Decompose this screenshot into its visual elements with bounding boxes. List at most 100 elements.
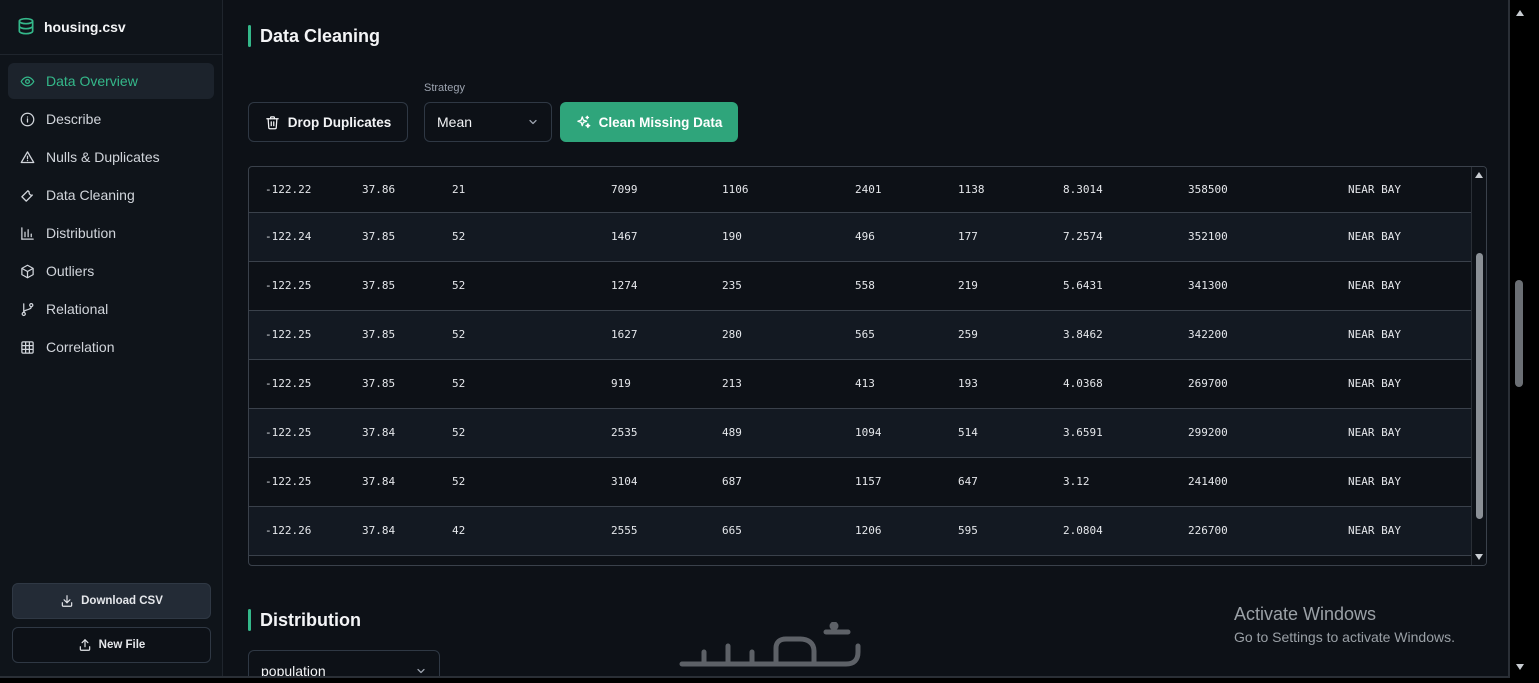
activate-windows-title: Activate Windows: [1234, 604, 1377, 624]
bar-chart-icon: [21, 226, 34, 240]
page-scroll-up-icon[interactable]: [1516, 10, 1524, 16]
sidebar-item-label: Data Overview: [46, 73, 138, 89]
table-cell: NEAR BAY: [1332, 408, 1471, 458]
page-scroll-down-icon[interactable]: [1516, 664, 1524, 670]
table-cell: 1274: [595, 261, 706, 311]
table-row: -122.25 37.84 52 3104 687 1157 647 3.12 241400 NE…: [249, 457, 1471, 507]
table-cell: 1627: [595, 310, 706, 360]
sidebar-nav: Data Overview Describe Nulls & Duplicate…: [0, 55, 222, 375]
table-cell: 193: [942, 359, 1047, 409]
brand: housing.csv: [0, 0, 222, 55]
strategy-value: Mean: [437, 114, 473, 130]
table-row: -122.25 37.85 52 1627 280 565 259 3.8462 342200 N…: [249, 310, 1471, 360]
sidebar-item-outliers[interactable]: Outliers: [8, 253, 214, 289]
table-scrollbar[interactable]: [1471, 167, 1486, 565]
table-cell: 190: [706, 212, 839, 262]
app-window: housing.csv Data Overview Describe Nulls…: [0, 0, 1510, 678]
table-cell: 8.3014: [1047, 167, 1172, 213]
sidebar-item-correlation[interactable]: Correlation: [8, 329, 214, 365]
table-row: -122.25 37.84 52 2535 489 1094 514 3.6591 299200…: [249, 408, 1471, 458]
table-cell: 3.6591: [1047, 408, 1172, 458]
table-cell: 269700: [1172, 359, 1332, 409]
table-cell: [942, 555, 1047, 565]
table-cell: 565: [839, 310, 942, 360]
table-cell: 1157: [839, 457, 942, 507]
distribution-column-value: population: [261, 663, 326, 678]
section-title: Distribution: [260, 609, 361, 630]
table-cell: 687: [706, 457, 839, 507]
table-cell: 52: [436, 457, 595, 507]
table-cell: NEAR BAY: [1332, 310, 1471, 360]
sidebar-item-relational[interactable]: Relational: [8, 291, 214, 327]
eye-icon: [20, 75, 35, 87]
table-cell: 647: [942, 457, 1047, 507]
table-cell: 21: [436, 167, 595, 213]
trash-icon: [265, 115, 279, 129]
table-cell: 299200: [1172, 408, 1332, 458]
section-accent-bar: [248, 25, 251, 47]
download-csv-button[interactable]: Download CSV: [12, 583, 211, 619]
table-cell: 37.85: [346, 261, 436, 311]
table-cell: [706, 555, 839, 565]
table-cell: 3.8462: [1047, 310, 1172, 360]
data-table: -122.22 37.86 21 7099 1106 2401 1138 8.3014 3585…: [249, 167, 1471, 565]
table-cell: -122.25: [249, 261, 346, 311]
scroll-up-icon[interactable]: [1475, 172, 1483, 178]
table-cell: [346, 555, 436, 565]
table-row: -122.24 37.85 52 1467 190 496 177 7.2574 352100 N…: [249, 212, 1471, 262]
table-cell: -122.26: [249, 506, 346, 556]
table-cell: -122.25: [249, 310, 346, 360]
table-cell: 219: [942, 261, 1047, 311]
table-body: -122.22 37.86 21 7099 1106 2401 1138 8.3014 3585…: [249, 167, 1471, 565]
page-scrollbar[interactable]: [1510, 0, 1539, 683]
data-cleaning-header: Data Cleaning: [248, 25, 380, 47]
page-scrollbar-thumb[interactable]: [1515, 280, 1523, 387]
table-cell: 514: [942, 408, 1047, 458]
table-cell: 37.84: [346, 408, 436, 458]
table-row: -122.26 37.84 42 2555 665 1206 595 2.0804 226700…: [249, 506, 1471, 556]
sidebar-item-distribution[interactable]: Distribution: [8, 215, 214, 251]
strategy-select[interactable]: Mean: [424, 102, 552, 142]
table-cell: NEAR BAY: [1332, 167, 1471, 213]
table-cell: 2.0804: [1047, 506, 1172, 556]
activate-windows-notice: Activate Windows Go to Settings to activ…: [1234, 604, 1455, 645]
table-cell: 7.2574: [1047, 212, 1172, 262]
strategy-label: Strategy: [424, 82, 465, 94]
table-cell: 919: [595, 359, 706, 409]
scrollbar-thumb[interactable]: [1476, 253, 1483, 519]
table-cell: 558: [839, 261, 942, 311]
table-cell: -122.25: [249, 457, 346, 507]
table-cell: 213: [706, 359, 839, 409]
table-cell: 37.84: [346, 457, 436, 507]
table-cell: [1047, 555, 1172, 565]
table-cell: 52: [436, 310, 595, 360]
scroll-down-icon[interactable]: [1475, 554, 1483, 560]
sidebar-item-describe[interactable]: Describe: [8, 101, 214, 137]
table-cell: [839, 555, 942, 565]
database-icon: [18, 17, 34, 35]
table-cell: [249, 555, 346, 565]
table-cell: 1138: [942, 167, 1047, 213]
sidebar-item-label: Relational: [46, 301, 109, 317]
table-cell: 1206: [839, 506, 942, 556]
clean-missing-data-label: Clean Missing Data: [598, 114, 723, 130]
sidebar-item-data-cleaning[interactable]: Data Cleaning: [8, 177, 214, 213]
sidebar-item-data-overview[interactable]: Data Overview: [8, 63, 214, 99]
distribution-column-select[interactable]: population: [248, 650, 440, 678]
table-cell: [1172, 555, 1332, 565]
sidebar-item-label: Data Cleaning: [46, 187, 135, 203]
sidebar-item-label: Describe: [46, 111, 102, 127]
sidebar-item-nulls-duplicates[interactable]: Nulls & Duplicates: [8, 139, 214, 175]
table-cell: 37.84: [346, 506, 436, 556]
table-cell: 52: [436, 212, 595, 262]
drop-duplicates-button[interactable]: Drop Duplicates: [248, 102, 408, 142]
data-table-container[interactable]: -122.22 37.86 21 7099 1106 2401 1138 8.3014 3585…: [248, 166, 1487, 566]
sidebar: housing.csv Data Overview Describe Nulls…: [0, 0, 223, 676]
table-cell: 352100: [1172, 212, 1332, 262]
table-cell: -122.22: [249, 167, 346, 213]
new-file-button[interactable]: New File: [12, 627, 211, 663]
clean-missing-data-button[interactable]: Clean Missing Data: [560, 102, 738, 142]
grid-icon: [21, 340, 34, 354]
sidebar-item-label: Outliers: [46, 263, 95, 279]
table-cell: 1106: [706, 167, 839, 213]
